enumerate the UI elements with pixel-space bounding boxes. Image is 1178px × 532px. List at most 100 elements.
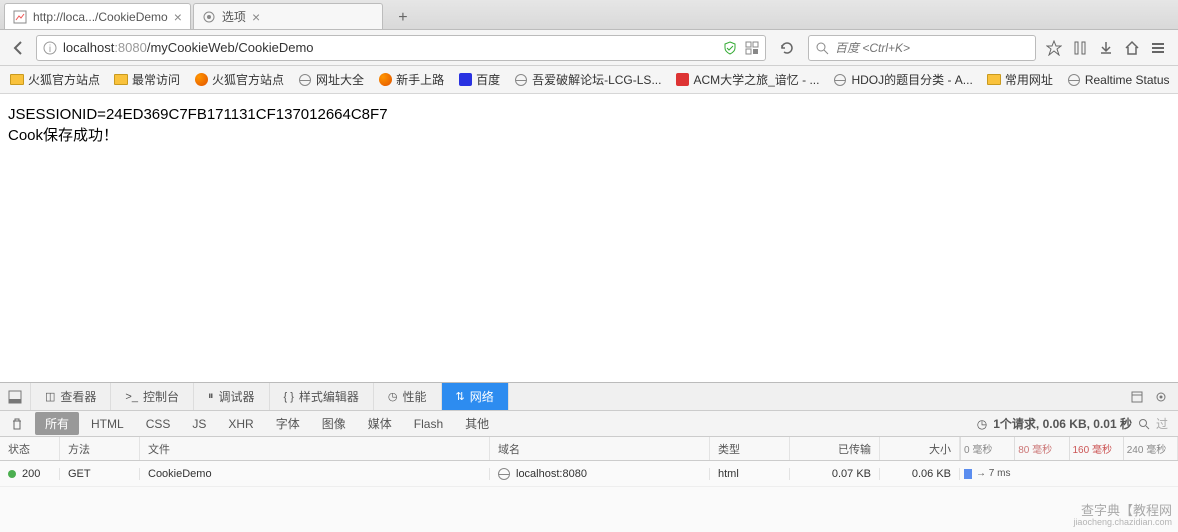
settings-favicon: [202, 10, 216, 24]
status-dot-icon: [8, 470, 16, 478]
bookmark-item[interactable]: 新手上路: [372, 69, 450, 90]
address-bar[interactable]: i localhost:8080/myCookieWeb/CookieDemo: [36, 35, 766, 61]
browser-tab[interactable]: 选项 ×: [193, 3, 383, 29]
tab-title: 选项: [222, 8, 246, 25]
devtools-tab-network[interactable]: ⇅网络: [442, 383, 509, 410]
devtools-tab-performance[interactable]: ◷性能: [374, 383, 442, 410]
url-text: localhost:8080/myCookieWeb/CookieDemo: [63, 40, 717, 55]
filter-flash[interactable]: Flash: [404, 414, 453, 434]
close-icon[interactable]: ×: [252, 10, 260, 24]
globe-icon: [833, 73, 847, 87]
cell-domain: localhost:8080: [490, 468, 710, 480]
reload-button[interactable]: [774, 35, 800, 61]
cell-type: html: [710, 468, 790, 480]
firefox-icon: [378, 73, 392, 87]
cell-transferred: 0.07 KB: [790, 468, 880, 480]
info-icon[interactable]: i: [43, 41, 57, 55]
col-status[interactable]: 状态: [0, 437, 60, 460]
console-icon: >_: [125, 391, 138, 403]
bookmark-item[interactable]: Realtime Status: [1061, 71, 1176, 89]
timeline-tick: 160 毫秒: [1069, 437, 1112, 460]
col-domain[interactable]: 域名: [490, 437, 710, 460]
cell-size: 0.06 KB: [880, 468, 960, 480]
cell-method: GET: [60, 468, 140, 480]
home-icon[interactable]: [1124, 40, 1140, 56]
col-size[interactable]: 大小: [880, 437, 960, 460]
devtools-panel: ◫查看器 >_控制台 ⏸调试器 { }样式编辑器 ◷性能 ⇅网络 所有 HTML…: [0, 382, 1178, 532]
globe-icon: [298, 73, 312, 87]
content-line: JSESSIONID=24ED369C7FB171131CF137012664C…: [8, 104, 1170, 125]
filter-fonts[interactable]: 字体: [266, 412, 310, 435]
svg-text:i: i: [49, 44, 51, 55]
devtools-dock-button[interactable]: [0, 383, 31, 410]
bookmark-item[interactable]: 最常访问: [108, 69, 186, 90]
filter-all[interactable]: 所有: [35, 412, 79, 435]
bookmark-item[interactable]: 吾爱破解论坛-LCG-LS...: [508, 69, 667, 90]
search-icon: [815, 41, 829, 55]
filter-xhr[interactable]: XHR: [218, 414, 263, 434]
tab-title: http://loca.../CookieDemo: [33, 10, 168, 24]
clear-button[interactable]: [0, 417, 34, 431]
navigation-bar: i localhost:8080/myCookieWeb/CookieDemo: [0, 30, 1178, 66]
filter-css[interactable]: CSS: [136, 414, 181, 434]
devtools-settings-icon[interactable]: [1154, 390, 1168, 404]
devtools-tab-style[interactable]: { }样式编辑器: [270, 383, 374, 410]
browser-tab-active[interactable]: http://loca.../CookieDemo ×: [4, 3, 191, 29]
site-icon: [675, 73, 689, 87]
bookmark-star-icon[interactable]: [1046, 40, 1062, 56]
bookmark-item[interactable]: 常用网址: [981, 69, 1059, 90]
filter-images[interactable]: 图像: [312, 412, 356, 435]
page-favicon: [13, 10, 27, 24]
col-type[interactable]: 类型: [710, 437, 790, 460]
folder-icon: [114, 73, 128, 87]
network-summary: 1个请求, 0.06 KB, 0.01 秒: [993, 415, 1132, 432]
style-icon: { }: [284, 391, 294, 403]
pocket-icon[interactable]: [1072, 40, 1088, 56]
bookmark-item[interactable]: 网址大全: [292, 69, 370, 90]
bookmark-item[interactable]: 火狐官方站点: [188, 69, 290, 90]
timeline-tick: 0 毫秒: [960, 437, 992, 460]
menu-icon[interactable]: [1150, 40, 1166, 56]
shield-icon[interactable]: [723, 41, 737, 55]
baidu-icon: [458, 73, 472, 87]
timing-label: → 7 ms: [976, 468, 1010, 479]
filter-js[interactable]: JS: [182, 414, 216, 434]
qr-icon[interactable]: [745, 41, 759, 55]
timeline-tick: 240 毫秒: [1123, 437, 1166, 460]
folder-icon: [987, 73, 1001, 87]
bookmark-item[interactable]: 火狐官方站点: [4, 69, 106, 90]
devtools-options-icon[interactable]: [1130, 390, 1144, 404]
network-icon: ⇅: [456, 390, 465, 403]
folder-icon: [10, 73, 24, 87]
search-icon[interactable]: [1138, 418, 1150, 430]
col-transferred[interactable]: 已传输: [790, 437, 880, 460]
bookmark-item[interactable]: 百度: [452, 69, 506, 90]
search-box[interactable]: [808, 35, 1036, 61]
filter-html[interactable]: HTML: [81, 414, 134, 434]
close-icon[interactable]: ×: [174, 10, 182, 24]
browser-tab-bar: http://loca.../CookieDemo × 选项 × +: [0, 0, 1178, 30]
devtools-tab-console[interactable]: >_控制台: [111, 383, 194, 410]
clock-icon: ◷: [977, 417, 987, 431]
cell-status: 200: [0, 468, 60, 480]
download-icon[interactable]: [1098, 40, 1114, 56]
filter-media[interactable]: 媒体: [358, 412, 402, 435]
bookmark-item[interactable]: HDOJ的题目分类 - A...: [827, 69, 978, 90]
network-row[interactable]: 200 GET CookieDemo localhost:8080 html 0…: [0, 461, 1178, 487]
new-tab-button[interactable]: +: [389, 7, 417, 29]
inspector-icon: ◫: [45, 390, 55, 403]
col-file[interactable]: 文件: [140, 437, 490, 460]
globe-icon: [498, 468, 510, 480]
filter-hint: 过: [1156, 415, 1168, 432]
globe-icon: [514, 73, 528, 87]
search-input[interactable]: [835, 41, 1029, 55]
firefox-icon: [194, 73, 208, 87]
globe-icon: [1067, 73, 1081, 87]
bookmark-item[interactable]: ACM大学之旅_谙忆 - ...: [669, 69, 825, 90]
devtools-tab-debugger[interactable]: ⏸调试器: [194, 383, 270, 410]
back-button[interactable]: [6, 35, 32, 61]
filter-other[interactable]: 其他: [455, 412, 499, 435]
col-method[interactable]: 方法: [60, 437, 140, 460]
devtools-tab-inspector[interactable]: ◫查看器: [31, 383, 111, 410]
page-content: JSESSIONID=24ED369C7FB171131CF137012664C…: [0, 94, 1178, 383]
